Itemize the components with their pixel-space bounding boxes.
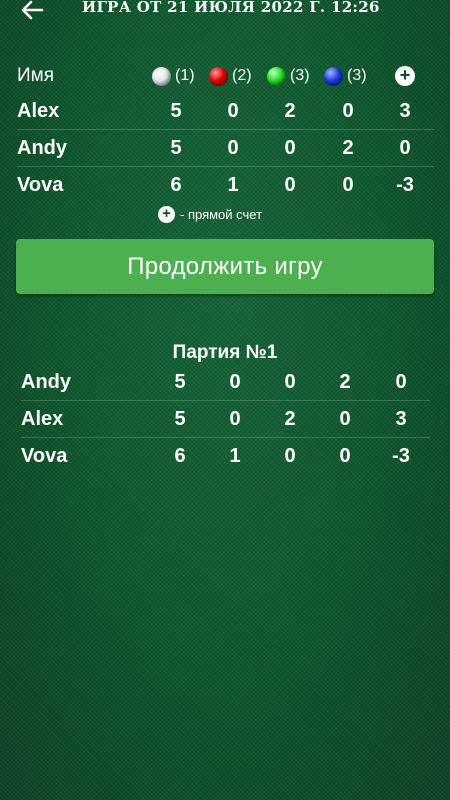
player-name: Alex bbox=[17, 100, 60, 122]
score-cell: 0 bbox=[342, 100, 354, 122]
name-column-header: Имя bbox=[17, 65, 55, 86]
total-cell: 3 bbox=[399, 100, 411, 122]
score-cell: 0 bbox=[339, 445, 351, 467]
arrow-left-icon bbox=[21, 0, 44, 20]
back-button[interactable] bbox=[20, 0, 44, 20]
total-cell: 3 bbox=[395, 408, 407, 430]
direct-score-hint: + - прямой счет bbox=[158, 204, 262, 224]
blue-ball-points: (3) bbox=[347, 67, 367, 84]
table-row[interactable]: Alex 5 0 2 0 3 bbox=[17, 93, 434, 129]
player-name: Alex bbox=[21, 408, 64, 430]
score-cell: 0 bbox=[229, 371, 241, 393]
score-cell: 0 bbox=[227, 100, 239, 122]
score-cell: 2 bbox=[284, 100, 296, 122]
green-ball-points: (3) bbox=[290, 67, 310, 84]
player-name: Vova bbox=[17, 174, 64, 196]
table-row[interactable]: Andy 5 0 0 2 0 bbox=[17, 130, 434, 166]
white-ball-points: (1) bbox=[175, 67, 195, 84]
plus-icon: + bbox=[158, 205, 175, 223]
add-score-button[interactable]: + bbox=[395, 66, 415, 86]
column-red-ball: (2) bbox=[209, 64, 252, 88]
score-cell: 5 bbox=[170, 100, 182, 122]
score-cell: 1 bbox=[229, 445, 241, 467]
column-green-ball: (3) bbox=[267, 64, 310, 88]
score-cell: 5 bbox=[174, 371, 186, 393]
blue-ball-icon bbox=[324, 66, 343, 86]
score-cell: 0 bbox=[339, 408, 351, 430]
score-cell: 0 bbox=[284, 371, 296, 393]
score-cell: 0 bbox=[284, 174, 296, 196]
score-cell: 6 bbox=[174, 445, 186, 467]
app-header: ИГРА ОТ 21 ИЮЛЯ 2022 Г. 12:26 bbox=[0, 0, 450, 22]
table-row: Vova 6 1 0 0 -3 bbox=[21, 438, 430, 474]
total-cell: 0 bbox=[395, 371, 407, 393]
red-ball-icon bbox=[209, 66, 228, 86]
hint-text: - прямой счет bbox=[180, 206, 263, 222]
white-ball-icon bbox=[152, 66, 171, 86]
score-cell: 0 bbox=[227, 137, 239, 159]
total-cell: -3 bbox=[396, 174, 414, 196]
score-cell: 2 bbox=[342, 137, 354, 159]
party-title: Партия №1 bbox=[172, 342, 278, 363]
score-cell: 5 bbox=[170, 137, 182, 159]
score-cell: 5 bbox=[174, 408, 186, 430]
red-ball-points: (2) bbox=[232, 67, 252, 84]
score-cell: 0 bbox=[284, 137, 296, 159]
total-cell: -3 bbox=[392, 445, 410, 467]
score-table-header: Имя (1) (2) (3) (3) + bbox=[17, 62, 434, 90]
table-row[interactable]: Vova 6 1 0 0 -3 bbox=[17, 167, 434, 203]
score-cell: 0 bbox=[284, 445, 296, 467]
page-title: ИГРА ОТ 21 ИЮЛЯ 2022 Г. 12:26 bbox=[82, 0, 380, 14]
score-cell: 2 bbox=[284, 408, 296, 430]
table-row: Andy 5 0 0 2 0 bbox=[21, 364, 430, 400]
continue-game-button[interactable]: Продолжить игру bbox=[16, 239, 434, 294]
score-cell: 1 bbox=[227, 174, 239, 196]
green-ball-icon bbox=[267, 66, 286, 86]
plus-icon: + bbox=[399, 65, 411, 85]
column-blue-ball: (3) bbox=[324, 64, 367, 88]
table-row: Alex 5 0 2 0 3 bbox=[21, 401, 430, 437]
score-cell: 0 bbox=[342, 174, 354, 196]
player-name: Andy bbox=[21, 371, 71, 393]
column-white-ball: (1) bbox=[152, 64, 195, 88]
total-cell: 0 bbox=[399, 137, 411, 159]
score-cell: 6 bbox=[170, 174, 182, 196]
player-name: Andy bbox=[17, 137, 67, 159]
player-name: Vova bbox=[21, 445, 68, 467]
score-cell: 0 bbox=[229, 408, 241, 430]
score-cell: 2 bbox=[339, 371, 351, 393]
